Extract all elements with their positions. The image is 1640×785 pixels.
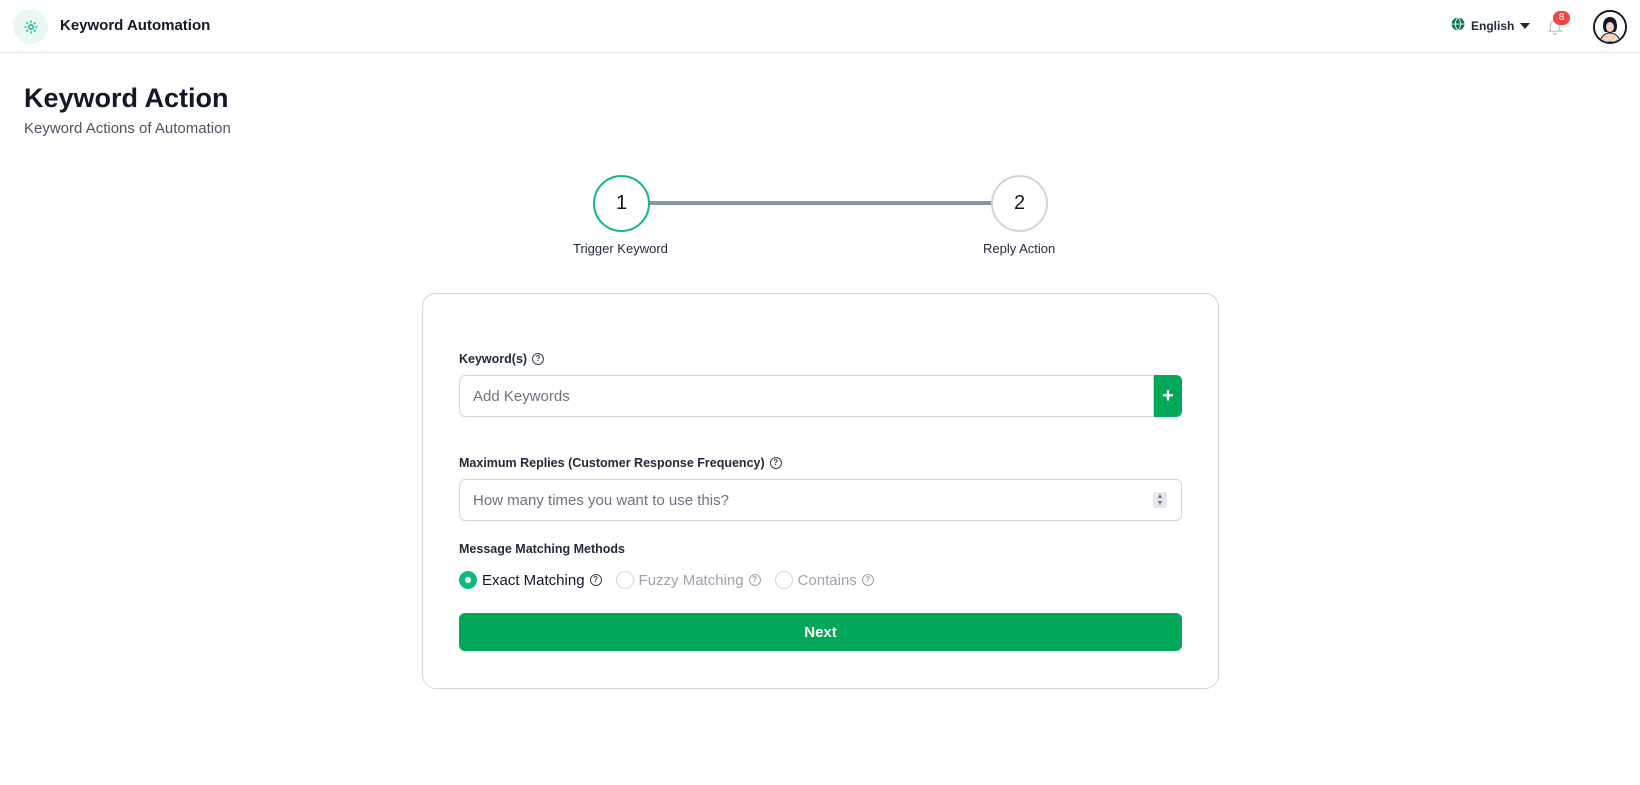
- matching-methods-label-text: Message Matching Methods: [459, 542, 625, 556]
- keywords-label-text: Keyword(s): [459, 352, 528, 366]
- radio-label-fuzzy-matching: Fuzzy Matching: [638, 571, 744, 589]
- keywords-field-label: Keyword(s) ?: [459, 352, 545, 366]
- language-label: English: [1471, 18, 1515, 33]
- stepper-connector: [649, 201, 992, 205]
- top-bar: Keyword Automation English 8: [0, 0, 1640, 53]
- add-keyword-button[interactable]: +: [1154, 375, 1182, 417]
- question-circle-icon[interactable]: ?: [532, 353, 545, 365]
- radio-label-exact-matching: Exact Matching: [482, 571, 585, 589]
- question-circle-icon[interactable]: ?: [748, 574, 761, 586]
- radio-option-contains[interactable]: Contains ?: [774, 571, 874, 589]
- max-replies-input[interactable]: [459, 479, 1182, 521]
- question-circle-icon[interactable]: ?: [769, 457, 782, 469]
- radio-button-exact-matching[interactable]: [459, 571, 477, 589]
- page-subtitle: Keyword Actions of Automation: [24, 120, 231, 137]
- notification-badge: 8: [1553, 11, 1570, 25]
- radio-button-fuzzy-matching[interactable]: [615, 571, 634, 589]
- page-title: Keyword Action: [24, 83, 229, 113]
- globe-icon: [1451, 17, 1465, 34]
- language-selector[interactable]: English: [1451, 17, 1531, 34]
- radio-option-exact-matching[interactable]: Exact Matching ?: [459, 571, 602, 589]
- step-2-indicator: 2: [991, 175, 1048, 232]
- step-1-indicator: 1: [593, 175, 650, 232]
- app-title: Keyword Automation: [60, 17, 211, 34]
- matching-method-radio-group: Exact Matching ? Fuzzy Matching ? Contai…: [459, 569, 888, 591]
- next-button[interactable]: Next: [459, 613, 1182, 651]
- caret-down-icon: [1520, 19, 1531, 33]
- keywords-input[interactable]: [459, 375, 1154, 417]
- max-replies-field-label: Maximum Replies (Customer Response Frequ…: [459, 456, 782, 470]
- radio-button-contains[interactable]: [774, 571, 793, 589]
- avatar[interactable]: [1593, 10, 1627, 44]
- radio-label-contains: Contains: [797, 571, 857, 589]
- gear-icon[interactable]: [13, 9, 48, 44]
- number-stepper-icon[interactable]: ▲ ▼: [1153, 492, 1167, 508]
- radio-option-fuzzy-matching[interactable]: Fuzzy Matching ?: [615, 571, 761, 589]
- matching-methods-label: Message Matching Methods: [459, 542, 625, 556]
- question-circle-icon[interactable]: ?: [861, 574, 874, 586]
- max-replies-label-text: Maximum Replies (Customer Response Frequ…: [459, 456, 765, 470]
- step-1-label: Trigger Keyword: [573, 241, 668, 256]
- question-circle-icon[interactable]: ?: [589, 574, 602, 586]
- step-2-label: Reply Action: [983, 241, 1056, 256]
